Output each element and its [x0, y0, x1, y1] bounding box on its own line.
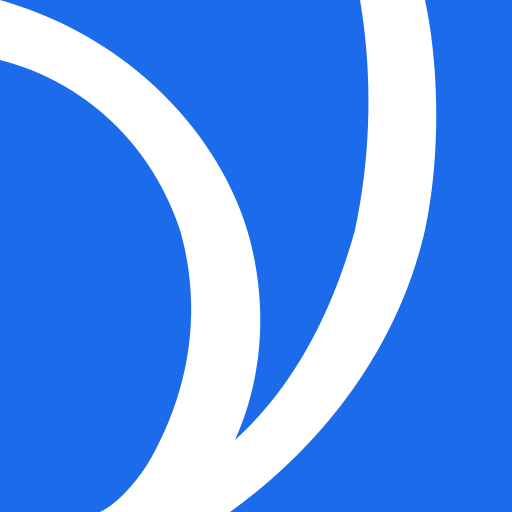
app-logo-icon: [0, 0, 512, 512]
app-icon: [0, 0, 512, 512]
